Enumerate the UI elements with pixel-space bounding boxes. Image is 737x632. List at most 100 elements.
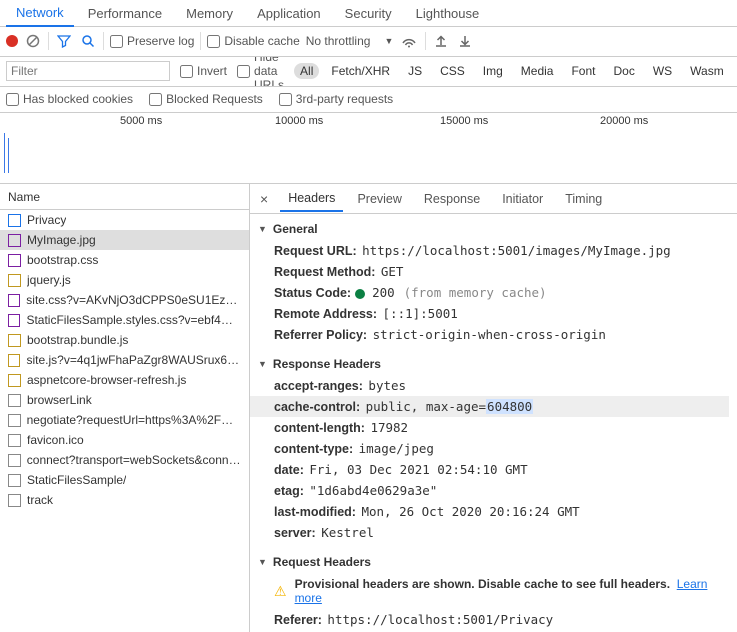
download-icon[interactable] bbox=[456, 32, 474, 50]
devtools-panel-tabs: Network Performance Memory Application S… bbox=[0, 0, 737, 27]
preserve-log-checkbox[interactable]: Preserve log bbox=[110, 34, 194, 48]
doc-file-icon bbox=[8, 214, 21, 227]
section-general[interactable]: General bbox=[250, 218, 737, 240]
status-dot-icon bbox=[355, 289, 365, 299]
request-row[interactable]: Privacy bbox=[0, 210, 249, 230]
kv-request-method: Request Method: GET bbox=[250, 261, 737, 282]
oth-file-icon bbox=[8, 414, 21, 427]
request-name: StaticFilesSample.styles.css?v=ebf4NvV..… bbox=[26, 313, 241, 327]
oth-file-icon bbox=[8, 494, 21, 507]
request-row[interactable]: MyImage.jpg bbox=[0, 230, 249, 250]
filter-icon[interactable] bbox=[55, 32, 73, 50]
request-row[interactable]: site.css?v=AKvNjO3dCPPS0eSU1Ez8T2... bbox=[0, 290, 249, 310]
request-list-pane: Name Privacy MyImage.jpg bootstrap.css jque… bbox=[0, 184, 250, 632]
hide-data-urls-checkbox[interactable]: Hide data URLs bbox=[237, 57, 284, 87]
throttling-select[interactable]: No throttling▼ bbox=[306, 34, 394, 48]
filter-input[interactable] bbox=[6, 61, 170, 81]
section-response-headers[interactable]: Response Headers bbox=[250, 353, 737, 375]
network-toolbar: Preserve log Disable cache No throttling… bbox=[0, 27, 737, 57]
type-wasm[interactable]: Wasm bbox=[684, 63, 730, 79]
img-file-icon bbox=[8, 234, 21, 247]
filter-bar-2: Has blocked cookies Blocked Requests 3rd… bbox=[0, 87, 737, 113]
detail-tabs: × Headers Preview Response Initiator Tim… bbox=[250, 184, 737, 214]
kv-last-modified: last-modified: Mon, 26 Oct 2020 20:16:24… bbox=[250, 501, 737, 522]
upload-icon[interactable] bbox=[432, 32, 450, 50]
css-file-icon bbox=[8, 294, 20, 307]
css-file-icon bbox=[8, 314, 20, 327]
dtab-response[interactable]: Response bbox=[416, 187, 488, 211]
request-row[interactable]: negotiate?requestUrl=https%3A%2F%2... bbox=[0, 410, 249, 430]
request-row[interactable]: track bbox=[0, 490, 249, 510]
toolbar-divider bbox=[200, 32, 201, 50]
type-fetch[interactable]: Fetch/XHR bbox=[325, 63, 396, 79]
type-js[interactable]: JS bbox=[402, 63, 428, 79]
tab-security[interactable]: Security bbox=[335, 1, 402, 26]
request-row[interactable]: bootstrap.bundle.js bbox=[0, 330, 249, 350]
request-row[interactable]: favicon.ico bbox=[0, 430, 249, 450]
type-doc[interactable]: Doc bbox=[607, 63, 640, 79]
request-name: Privacy bbox=[27, 213, 66, 227]
toolbar-divider bbox=[425, 32, 426, 50]
request-row[interactable]: StaticFilesSample/ bbox=[0, 470, 249, 490]
request-row[interactable]: site.js?v=4q1jwFhaPaZgr8WAUSrux6hA... bbox=[0, 350, 249, 370]
request-name: MyImage.jpg bbox=[27, 233, 96, 247]
timeline-tick: 10000 ms bbox=[275, 115, 323, 127]
invert-checkbox[interactable]: Invert bbox=[180, 64, 227, 78]
tab-network[interactable]: Network bbox=[6, 0, 74, 27]
tab-application[interactable]: Application bbox=[247, 1, 331, 26]
type-filter: All Fetch/XHR JS CSS Img Media Font Doc … bbox=[294, 63, 737, 79]
type-css[interactable]: CSS bbox=[434, 63, 471, 79]
clear-icon[interactable] bbox=[24, 32, 42, 50]
type-img[interactable]: Img bbox=[477, 63, 509, 79]
blocked-requests-checkbox[interactable]: Blocked Requests bbox=[149, 92, 263, 106]
third-party-checkbox[interactable]: 3rd-party requests bbox=[279, 92, 393, 106]
dtab-preview[interactable]: Preview bbox=[349, 187, 409, 211]
kv-referrer-policy: Referrer Policy: strict-origin-when-cros… bbox=[250, 324, 737, 345]
kv-status-code: Status Code: 200 (from memory cache) bbox=[250, 282, 737, 303]
type-ws[interactable]: WS bbox=[647, 63, 678, 79]
kv-etag: etag: "1d6abd4e0629a3e" bbox=[250, 480, 737, 501]
request-name: aspnetcore-browser-refresh.js bbox=[27, 373, 186, 387]
tab-performance[interactable]: Performance bbox=[78, 1, 172, 26]
close-icon[interactable]: × bbox=[254, 191, 274, 207]
type-all[interactable]: All bbox=[294, 63, 319, 79]
request-list: Privacy MyImage.jpg bootstrap.css jquery.js… bbox=[0, 210, 249, 632]
blocked-cookies-checkbox[interactable]: Has blocked cookies bbox=[6, 92, 133, 106]
request-row[interactable]: connect?transport=webSockets&conne... bbox=[0, 450, 249, 470]
timeline-bar bbox=[8, 138, 9, 173]
request-row[interactable]: aspnetcore-browser-refresh.js bbox=[0, 370, 249, 390]
search-icon[interactable] bbox=[79, 32, 97, 50]
request-row[interactable]: bootstrap.css bbox=[0, 250, 249, 270]
dtab-initiator[interactable]: Initiator bbox=[494, 187, 551, 211]
overview-timeline[interactable]: 5000 ms 10000 ms 15000 ms 20000 ms bbox=[0, 113, 737, 185]
request-row[interactable]: StaticFilesSample.styles.css?v=ebf4NvV..… bbox=[0, 310, 249, 330]
record-button[interactable] bbox=[6, 35, 18, 47]
request-name: favicon.ico bbox=[27, 433, 84, 447]
kv-server: server: Kestrel bbox=[250, 522, 737, 543]
oth-file-icon bbox=[8, 394, 21, 407]
type-media[interactable]: Media bbox=[515, 63, 560, 79]
dtab-timing[interactable]: Timing bbox=[557, 187, 610, 211]
oth-file-icon bbox=[8, 474, 21, 487]
request-name: bootstrap.css bbox=[27, 253, 98, 267]
section-request-headers[interactable]: Request Headers bbox=[250, 551, 737, 573]
toolbar-divider bbox=[103, 32, 104, 50]
main-split: Name Privacy MyImage.jpg bootstrap.css jque… bbox=[0, 184, 737, 632]
timeline-tick: 5000 ms bbox=[120, 115, 162, 127]
toolbar-divider bbox=[48, 32, 49, 50]
request-name: jquery.js bbox=[27, 273, 71, 287]
name-column-header[interactable]: Name bbox=[0, 184, 249, 210]
request-row[interactable]: jquery.js bbox=[0, 270, 249, 290]
request-name: track bbox=[27, 493, 53, 507]
type-font[interactable]: Font bbox=[565, 63, 601, 79]
network-conditions-icon[interactable] bbox=[399, 32, 419, 50]
js-file-icon bbox=[8, 334, 21, 347]
tab-lighthouse[interactable]: Lighthouse bbox=[406, 1, 490, 26]
disable-cache-checkbox[interactable]: Disable cache bbox=[207, 34, 299, 48]
kv-content-type: content-type: image/jpeg bbox=[250, 438, 737, 459]
filter-bar: Invert Hide data URLs All Fetch/XHR JS C… bbox=[0, 57, 737, 87]
request-row[interactable]: browserLink bbox=[0, 390, 249, 410]
tab-memory[interactable]: Memory bbox=[176, 1, 243, 26]
timeline-tick: 20000 ms bbox=[600, 115, 648, 127]
dtab-headers[interactable]: Headers bbox=[280, 186, 343, 212]
